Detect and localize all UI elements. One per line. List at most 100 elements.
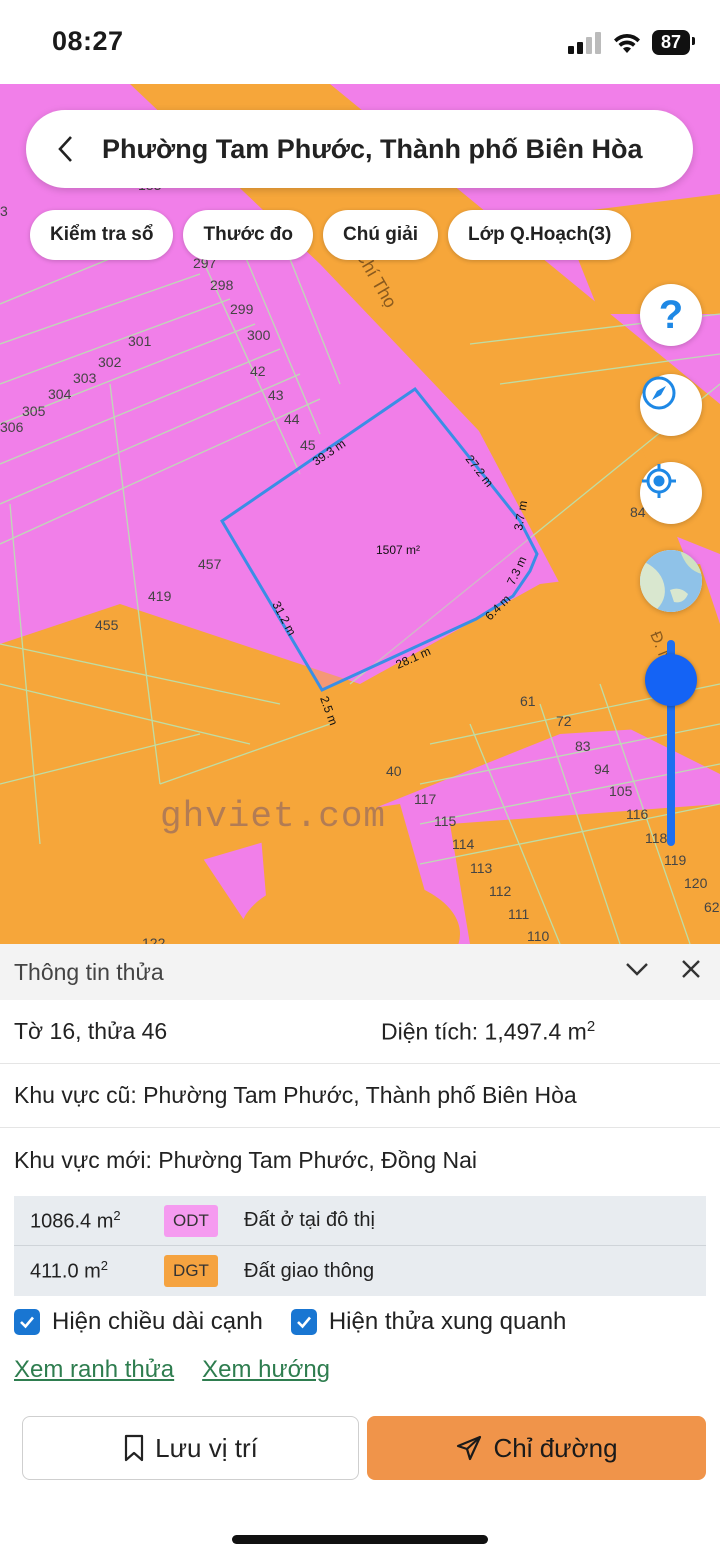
lot-number: 45 bbox=[300, 437, 316, 453]
legend-chip[interactable]: Chú giải bbox=[323, 210, 438, 260]
status-icons: 87 bbox=[568, 30, 695, 55]
lot-number: 457 bbox=[198, 556, 222, 572]
lot-number: 116 bbox=[626, 806, 649, 822]
lot-number: 40 bbox=[386, 763, 402, 779]
show-neighbors-label: Hiện thửa xung quanh bbox=[328, 1308, 567, 1335]
lot-number: 112 bbox=[489, 883, 512, 899]
lot-number: 114 bbox=[452, 836, 475, 852]
wifi-icon bbox=[614, 33, 640, 53]
lot-number: 43 bbox=[268, 387, 284, 403]
land-use-code-badge: DGT bbox=[164, 1255, 218, 1287]
land-use-code-badge: ODT bbox=[164, 1204, 218, 1237]
lot-number: 105 bbox=[609, 783, 633, 799]
lot-number: 306 bbox=[0, 419, 24, 435]
map-tools-row: Kiểm tra sổ Thước đo Chú giải Lớp Q.Hoạc… bbox=[30, 210, 632, 260]
land-use-area: 1086.4 m2 bbox=[30, 1207, 121, 1233]
lot-number: 72 bbox=[556, 713, 572, 729]
locate-icon bbox=[642, 464, 676, 498]
lot-number: 83 bbox=[575, 738, 591, 754]
map-type-button[interactable] bbox=[640, 550, 702, 612]
satellite-map-icon bbox=[640, 550, 702, 612]
help-button[interactable]: ? bbox=[640, 284, 702, 346]
chevron-down-icon[interactable] bbox=[624, 956, 650, 982]
lot-number: 299 bbox=[230, 301, 254, 317]
lot-number: 94 bbox=[594, 761, 610, 777]
show-edge-length-checkbox[interactable]: Hiện chiều dài cạnh bbox=[14, 1308, 263, 1336]
lot-number: 117 bbox=[414, 791, 437, 807]
show-neighbors-checkbox[interactable]: Hiện thửa xung quanh bbox=[290, 1308, 567, 1336]
parcel-id-row: Tờ 16, thửa 46 Diện tích: 1,497.4 m2 bbox=[0, 1000, 720, 1064]
bookmark-icon bbox=[125, 1434, 144, 1462]
status-time: 08:27 bbox=[52, 26, 124, 56]
lot-number: 42 bbox=[250, 363, 266, 379]
lot-number: 119 bbox=[664, 852, 687, 868]
location-search-bar[interactable]: Phường Tam Phước, Thành phố Biên Hòa bbox=[26, 110, 693, 188]
lot-number: 298 bbox=[210, 277, 234, 293]
panel-links: Xem ranh thửa Xem hướng bbox=[14, 1356, 330, 1384]
show-edge-length-label: Hiện chiều dài cạnh bbox=[52, 1308, 263, 1335]
lot-number: 122 bbox=[142, 935, 166, 944]
lot-number: 62 bbox=[704, 899, 720, 915]
lot-number: 455 bbox=[95, 617, 119, 633]
display-options: Hiện chiều dài cạnh Hiện thửa xung quanh bbox=[14, 1308, 566, 1336]
checkbox-checked-icon[interactable] bbox=[14, 1309, 40, 1335]
panel-actions bbox=[624, 956, 702, 982]
save-location-label: Lưu vị trí bbox=[155, 1432, 258, 1463]
check-certificate-chip[interactable]: Kiểm tra sổ bbox=[30, 210, 174, 260]
lot-number: 3 bbox=[0, 203, 8, 219]
chevron-left-icon bbox=[58, 136, 72, 162]
close-icon[interactable] bbox=[680, 958, 702, 980]
lot-number: 113 bbox=[470, 860, 493, 876]
lot-number: 304 bbox=[48, 386, 72, 402]
lot-number: 61 bbox=[520, 693, 536, 709]
my-location-button[interactable] bbox=[640, 462, 702, 524]
new-area-text: Khu vực mới: Phường Tam Phước, Đồng Nai bbox=[14, 1146, 478, 1173]
new-area-row: Khu vực mới: Phường Tam Phước, Đồng Nai bbox=[0, 1128, 720, 1192]
view-direction-link[interactable]: Xem hướng bbox=[202, 1356, 330, 1384]
home-indicator[interactable] bbox=[232, 1535, 488, 1544]
lot-number: 300 bbox=[247, 327, 271, 343]
signal-icon bbox=[568, 31, 601, 54]
compass-button[interactable] bbox=[640, 374, 702, 436]
lot-number: 419 bbox=[148, 588, 172, 604]
directions-button[interactable]: Chỉ đường bbox=[367, 1416, 706, 1480]
measure-chip[interactable]: Thước đo bbox=[183, 210, 314, 260]
lot-number: 303 bbox=[73, 370, 97, 386]
panel-title: Thông tin thửa bbox=[14, 958, 164, 985]
save-location-button[interactable]: Lưu vị trí bbox=[22, 1416, 359, 1480]
help-icon: ? bbox=[658, 292, 684, 337]
lot-number: 111 bbox=[508, 906, 529, 922]
send-arrow-icon bbox=[457, 1435, 482, 1461]
planning-layer-chip[interactable]: Lớp Q.Hoạch(3) bbox=[447, 210, 632, 260]
land-use-row: 411.0 m2 DGT Đất giao thông bbox=[14, 1246, 706, 1296]
battery-indicator: 87 bbox=[652, 30, 695, 55]
sheet-parcel-number: Tờ 16, thửa 46 bbox=[14, 1018, 168, 1044]
compass-icon bbox=[642, 376, 676, 410]
lot-number: 305 bbox=[22, 403, 46, 419]
parcel-area: Diện tích: 1,497.4 m2 bbox=[381, 1017, 596, 1045]
parcel-info-panel: Thông tin thửa Tờ 16, thửa 46 Diện tích:… bbox=[0, 944, 720, 1558]
back-button[interactable] bbox=[36, 110, 96, 188]
lot-number: 115 bbox=[434, 813, 457, 829]
old-area-text: Khu vực cũ: Phường Tam Phước, Thành phố … bbox=[14, 1082, 577, 1108]
lot-number: 120 bbox=[684, 875, 708, 891]
view-boundary-link[interactable]: Xem ranh thửa bbox=[14, 1356, 174, 1384]
lot-number: 44 bbox=[284, 411, 300, 427]
zoom-slider-handle[interactable] bbox=[645, 654, 697, 706]
checkbox-checked-icon[interactable] bbox=[290, 1309, 317, 1335]
land-use-table: 1086.4 m2 ODT Đất ở tại đô thị 411.0 m2 … bbox=[14, 1196, 706, 1296]
parcel-area-label: 1507 m² bbox=[376, 543, 420, 557]
lot-number: 110 bbox=[527, 928, 550, 944]
land-use-area: 411.0 m2 bbox=[30, 1258, 109, 1283]
status-bar: 08:27 87 bbox=[0, 0, 720, 84]
lot-number: 118 bbox=[645, 830, 668, 846]
panel-header: Thông tin thửa bbox=[0, 944, 720, 1000]
land-use-description: Đất giao thông bbox=[244, 1259, 375, 1282]
land-use-row: 1086.4 m2 ODT Đất ở tại đô thị bbox=[14, 1196, 706, 1246]
location-title: Phường Tam Phước, Thành phố Biên Hòa bbox=[102, 133, 643, 164]
land-use-description: Đất ở tại đô thị bbox=[244, 1209, 375, 1231]
lot-number: 302 bbox=[98, 354, 122, 370]
directions-label: Chỉ đường bbox=[493, 1432, 618, 1463]
old-area-row: Khu vực cũ: Phường Tam Phước, Thành phố … bbox=[0, 1064, 720, 1128]
watermark: ghviet.com bbox=[160, 796, 386, 837]
